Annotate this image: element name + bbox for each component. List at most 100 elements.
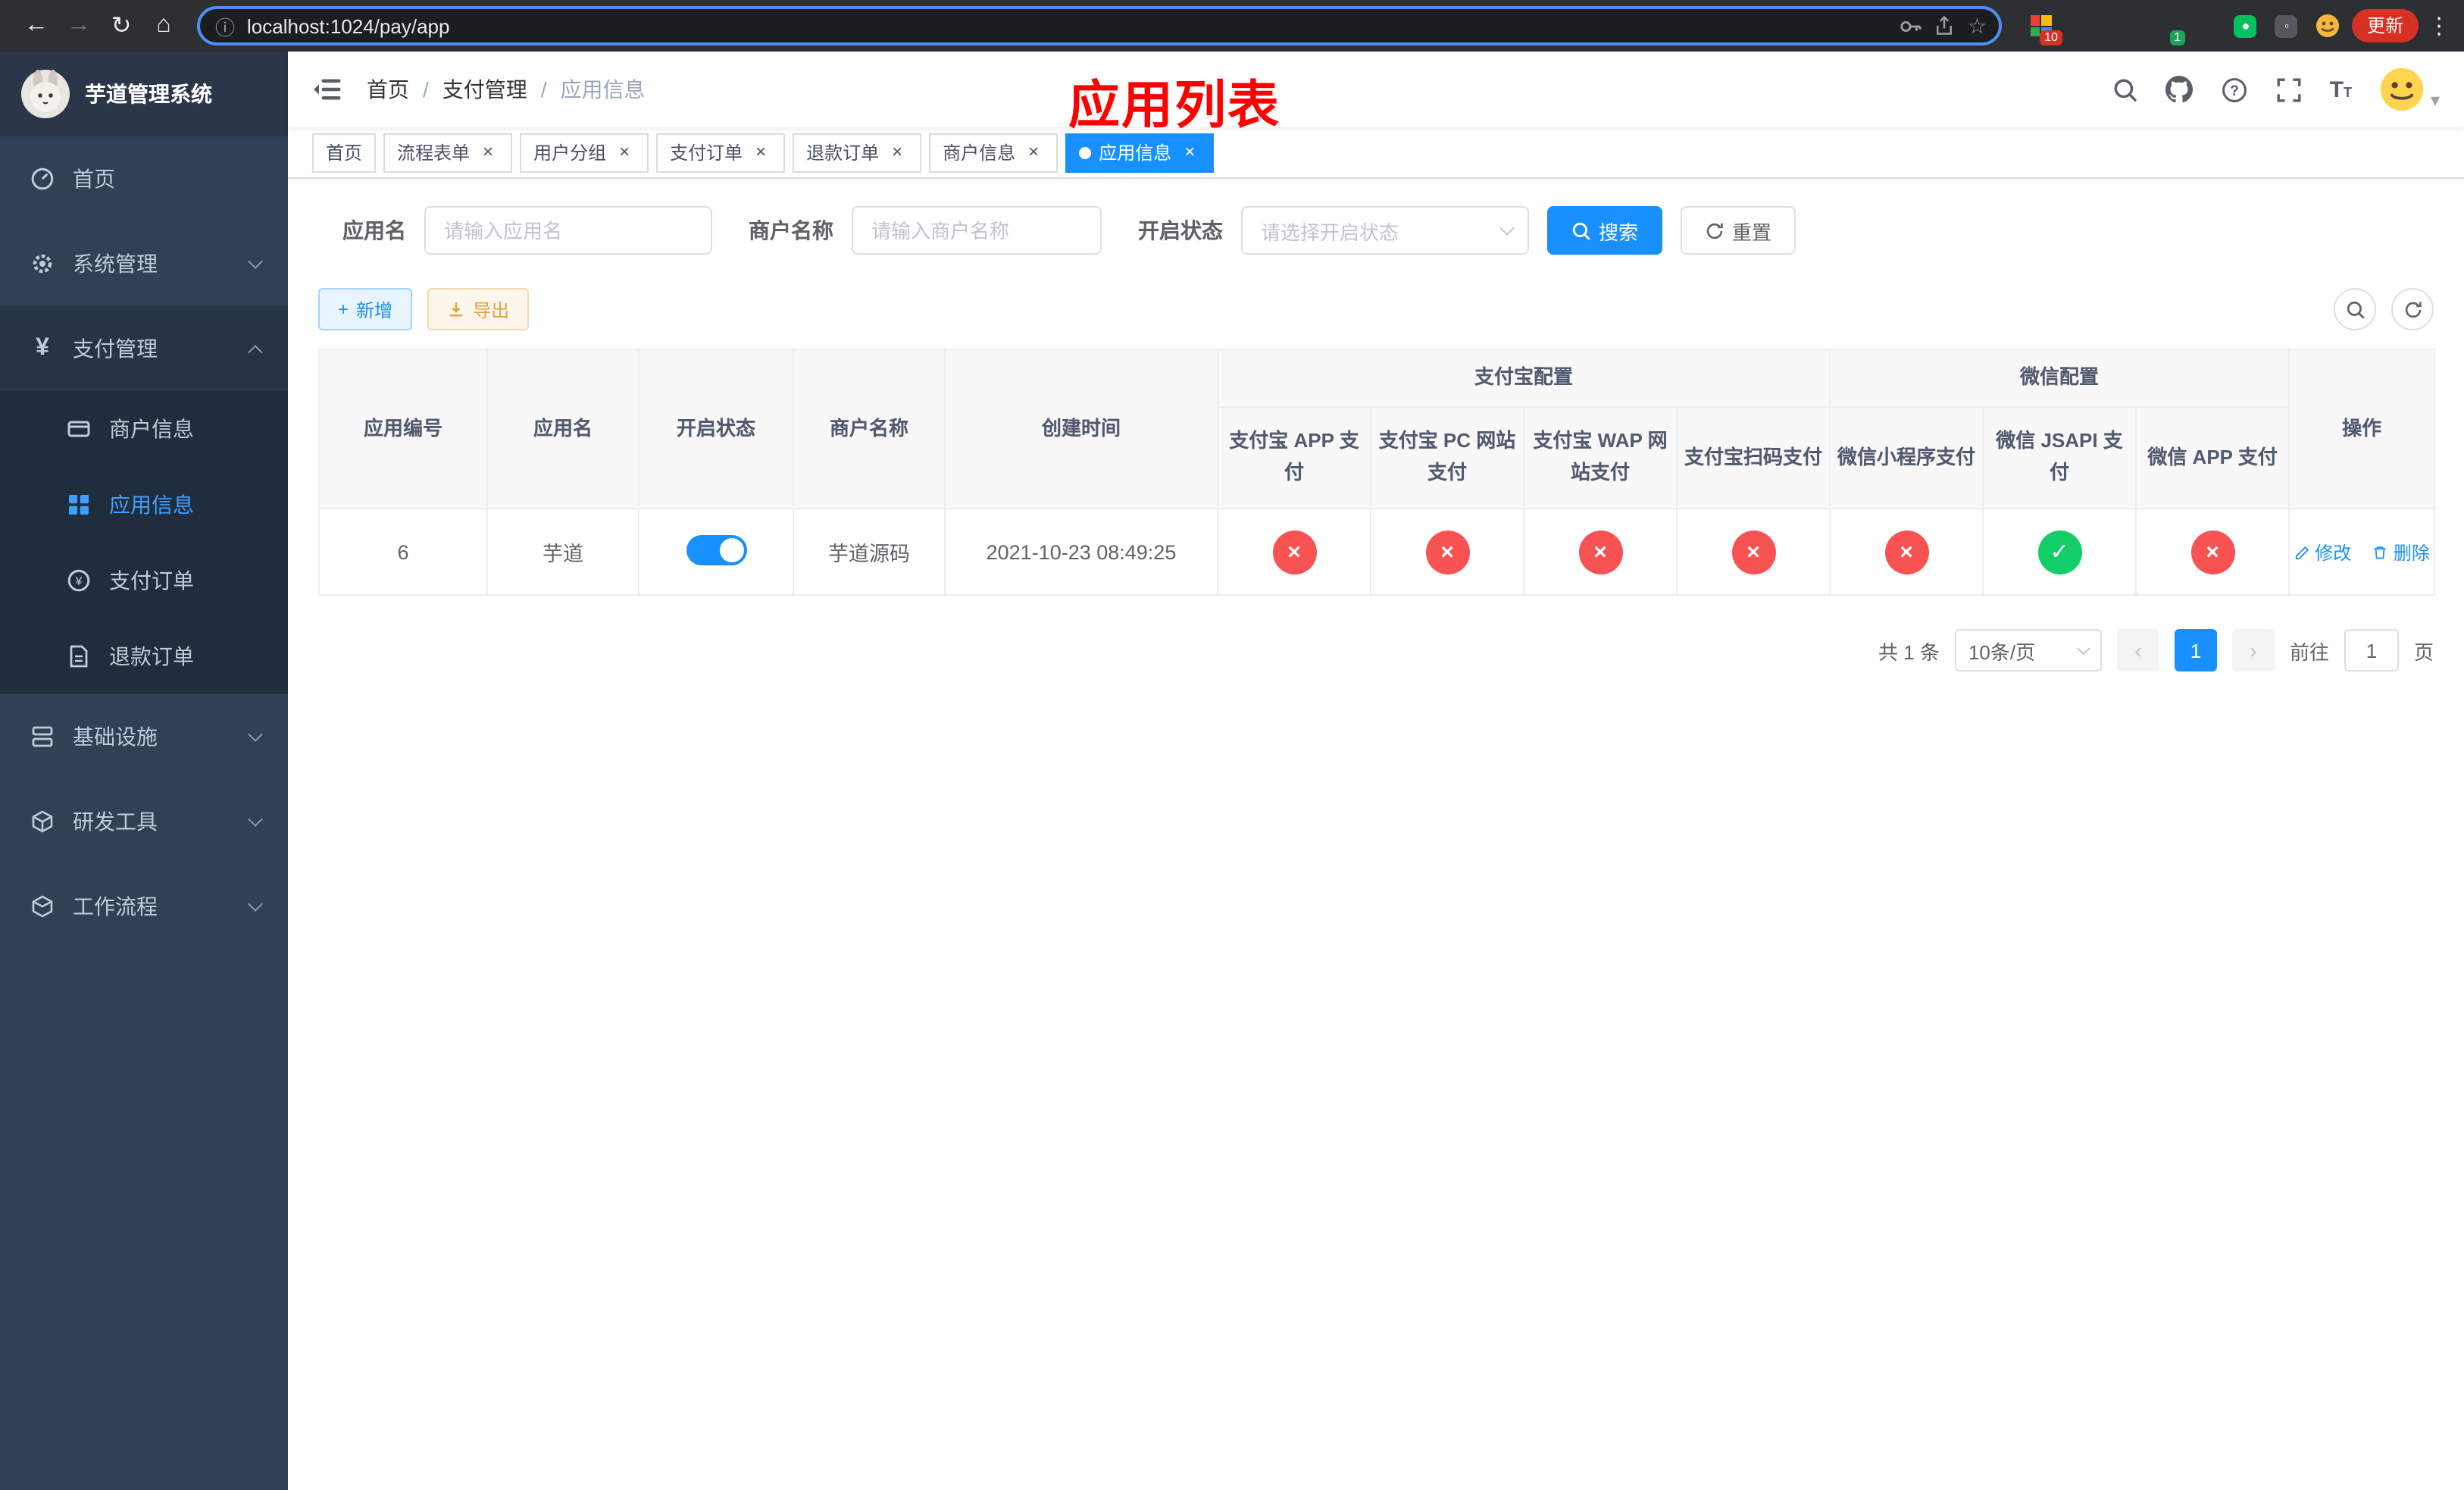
page-title-annotation: 应用列表 <box>1068 77 1280 135</box>
browser-update-button[interactable]: 更新 <box>2351 9 2419 42</box>
browser-forward-button[interactable]: → <box>58 5 100 47</box>
address-bar[interactable]: ⓘ localhost:1024/pay/app ☆ <box>197 6 2002 45</box>
sidebar-item-merchant-info[interactable]: 商户信息 <box>0 391 288 467</box>
add-button[interactable]: + 新增 <box>318 288 413 330</box>
breadcrumb-payment[interactable]: 支付管理 <box>442 74 527 105</box>
sidebar-logo-row[interactable]: 芋道管理系统 <box>0 52 288 136</box>
alipay-qr-status-icon: × <box>1731 530 1775 574</box>
pay-order-icon: ¥ <box>67 568 91 593</box>
col-merchant: 商户名称 <box>793 349 946 509</box>
close-icon[interactable]: × <box>477 141 499 163</box>
sidebar-item-pay-order[interactable]: ¥ 支付订单 <box>0 543 288 618</box>
extension-emoji-icon[interactable] <box>2315 14 2340 38</box>
fullscreen-icon[interactable] <box>2275 76 2303 103</box>
page-1-button[interactable]: 1 <box>2174 629 2217 671</box>
font-size-icon[interactable]: TT <box>2330 77 2352 102</box>
site-info-icon[interactable]: ⓘ <box>215 11 235 40</box>
search-button[interactable]: 搜索 <box>1547 206 1663 255</box>
status-select[interactable]: 请选择开启状态 <box>1241 206 1529 255</box>
col-alipay-pc: 支付宝 PC 网站支付 <box>1370 406 1524 509</box>
extension-dark-circle-icon[interactable] <box>2111 14 2135 38</box>
password-key-icon[interactable] <box>1900 14 1922 37</box>
app-name-label: 应用名 <box>342 218 406 243</box>
close-icon[interactable]: × <box>614 141 635 163</box>
sidebar-item-label: 应用信息 <box>109 493 194 517</box>
extension-green-circle-icon[interactable] <box>2193 14 2217 38</box>
tab-user-group[interactable]: 用户分组 × <box>520 133 649 172</box>
pagination: 共 1 条 10条/页 ‹ 1 › 前往 页 <box>318 629 2434 671</box>
tab-home[interactable]: 首页 <box>312 133 377 172</box>
sidebar: 芋道管理系统 首页 系统管理 ¥ 支付管理 商户信息 应用信息 ¥ 支付订单 退… <box>0 52 288 1490</box>
close-icon[interactable]: × <box>1023 141 1044 163</box>
close-icon[interactable]: × <box>886 141 908 163</box>
breadcrumb-home[interactable]: 首页 <box>367 74 409 105</box>
chevron-up-icon <box>248 344 263 359</box>
search-icon[interactable] <box>2112 76 2139 103</box>
export-button[interactable]: 导出 <box>427 288 530 330</box>
browser-reload-button[interactable]: ↻ <box>100 5 142 47</box>
close-icon[interactable]: × <box>750 141 771 163</box>
merchant-name-input[interactable] <box>852 206 1102 255</box>
tab-refund-order[interactable]: 退款订单 × <box>793 133 922 172</box>
goto-label: 前往 <box>2289 640 2329 663</box>
gear-icon <box>30 252 55 276</box>
browser-menu-icon[interactable]: ⋮ <box>2428 12 2450 39</box>
sidebar-item-payment[interactable]: ¥ 支付管理 <box>0 306 288 391</box>
sidebar-item-label: 支付管理 <box>73 337 158 361</box>
wx-app-status-icon: × <box>2190 530 2235 574</box>
tab-app-info[interactable]: 应用信息 × <box>1065 133 1215 172</box>
tab-pay-order[interactable]: 支付订单 × <box>656 133 786 172</box>
edit-link[interactable]: 修改 <box>2294 539 2351 565</box>
yen-icon: ¥ <box>36 335 49 361</box>
apps-table: 应用编号 应用名 开启状态 商户名称 创建时间 支付宝配置 微信配置 操作 支付… <box>318 349 2436 596</box>
sidebar-item-system[interactable]: 系统管理 <box>0 221 288 306</box>
extension-drop-icon[interactable] <box>2070 14 2094 38</box>
app-logo <box>21 70 70 118</box>
sidebar-item-devtools[interactable]: 研发工具 <box>0 779 288 864</box>
extension-profile-badge: 1 <box>2169 30 2185 45</box>
sidebar-item-home[interactable]: 首页 <box>0 136 288 221</box>
close-icon[interactable]: × <box>1179 141 1200 163</box>
refresh-button[interactable] <box>2391 288 2434 330</box>
share-icon[interactable] <box>1934 15 1956 36</box>
chevron-down-icon <box>248 254 263 269</box>
navbar-actions: ? TT ▾ <box>2112 67 2440 112</box>
tab-merchant-info[interactable]: 商户信息 × <box>929 133 1058 172</box>
reset-button[interactable]: 重置 <box>1681 206 1796 255</box>
app-name-input[interactable] <box>424 206 712 255</box>
bookmark-star-icon[interactable]: ☆ <box>1968 13 1987 39</box>
toggle-search-button[interactable] <box>2334 288 2376 330</box>
sidebar-item-workflow[interactable]: 工作流程 <box>0 864 288 949</box>
sidebar-item-label: 工作流程 <box>73 894 158 919</box>
tab-process-form[interactable]: 流程表单 × <box>383 133 513 172</box>
extension-grid-icon[interactable]: 10 <box>2029 14 2062 45</box>
extension-wechat-icon[interactable]: ● <box>2234 14 2258 38</box>
box-icon <box>30 809 55 834</box>
wx-jsapi-status-icon: ✓ <box>2037 530 2082 574</box>
sidebar-item-infra[interactable]: 基础设施 <box>0 694 288 779</box>
status-toggle[interactable] <box>686 534 746 565</box>
cell-app-name: 芋道 <box>486 508 639 596</box>
browser-home-button[interactable]: ⌂ <box>142 5 185 47</box>
help-icon[interactable]: ? <box>2221 76 2248 103</box>
user-avatar[interactable]: ▾ <box>2379 67 2440 112</box>
next-page-button[interactable]: › <box>2231 629 2275 671</box>
breadcrumb-separator: / <box>540 77 547 102</box>
prev-page-button[interactable]: ‹ <box>2116 629 2159 671</box>
col-app-name: 应用名 <box>486 349 639 509</box>
github-icon[interactable] <box>2165 76 2194 103</box>
extension-profile-icon[interactable]: 1 <box>2152 14 2185 45</box>
sidebar-item-refund-order[interactable]: 退款订单 <box>0 618 288 694</box>
cell-created: 2021-10-23 08:49:25 <box>944 508 1218 596</box>
cell-merchant: 芋道源码 <box>793 508 946 596</box>
browser-back-button[interactable]: ← <box>15 5 58 47</box>
filter-form: 应用名 商户名称 开启状态 请选择开启状态 搜索 <box>318 206 2434 255</box>
goto-page-input[interactable] <box>2344 629 2399 671</box>
alipay-pc-status-icon: × <box>1425 530 1469 574</box>
sidebar-item-app-info[interactable]: 应用信息 <box>0 467 288 543</box>
sidebar-fold-icon[interactable] <box>312 74 342 105</box>
page-size-select[interactable]: 10条/页 <box>1954 629 2102 671</box>
active-dot <box>1079 146 1092 158</box>
delete-link[interactable]: 删除 <box>2372 539 2430 565</box>
extension-pin-icon[interactable]: ◦ <box>2275 14 2299 38</box>
